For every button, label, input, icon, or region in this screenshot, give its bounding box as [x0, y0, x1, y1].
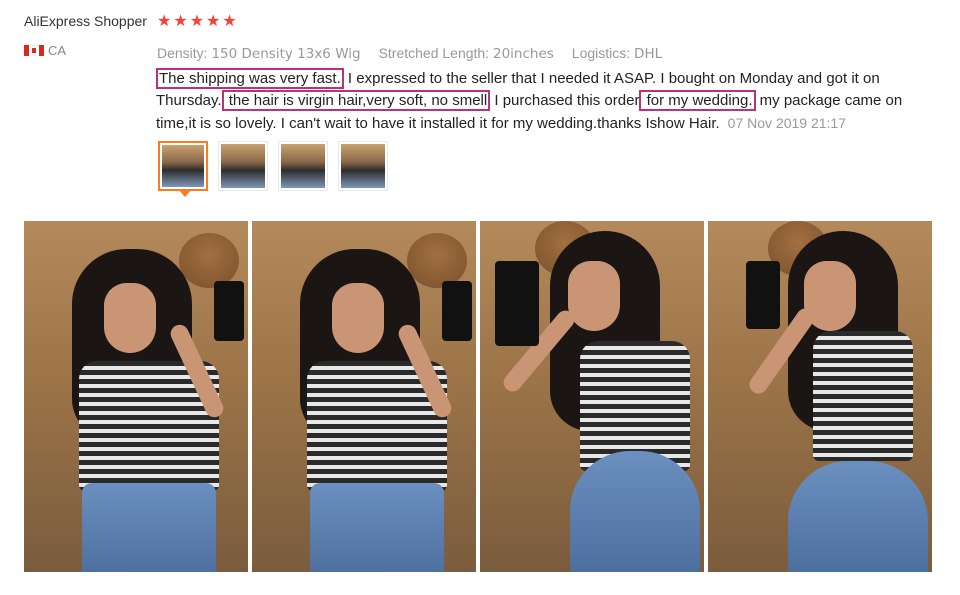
attr-density: Density: 150 Density 13x6 Wig: [157, 45, 361, 62]
thumbnail-3[interactable]: [278, 141, 328, 191]
star-icon: ★: [157, 13, 172, 30]
canada-flag-icon: [24, 45, 44, 56]
star-icon: ★: [173, 13, 188, 30]
review-photo-4[interactable]: [708, 221, 932, 572]
thumbnail-strip: [158, 141, 388, 197]
country-code: CA: [48, 43, 67, 58]
attr-logistics: Logistics: DHL: [571, 45, 663, 62]
review-text: The shipping was very fast. I expressed …: [156, 68, 946, 135]
reviewer-country: CA: [24, 43, 66, 58]
highlight-shipping: The shipping was very fast.: [156, 68, 344, 89]
star-icon: ★: [222, 13, 237, 30]
review-photo-2[interactable]: [252, 221, 476, 572]
star-icon: ★: [189, 13, 205, 30]
phone-icon: [495, 261, 539, 346]
thumbnail-4[interactable]: [338, 141, 388, 191]
review-photo-1[interactable]: [24, 221, 248, 572]
phone-icon: [442, 281, 472, 341]
phone-icon: [214, 281, 244, 341]
thumbnail-1[interactable]: [158, 141, 208, 197]
reviewer-name: AliExpress Shopper: [24, 13, 147, 29]
phone-icon: [746, 261, 780, 329]
star-icon: ★: [206, 13, 221, 30]
review-segment: I purchased this order: [490, 92, 640, 109]
active-caret-icon: [179, 190, 191, 197]
highlight-wedding: for my wedding.: [639, 90, 756, 111]
highlight-hair-quality: the hair is virgin hair,very soft, no sm…: [221, 90, 491, 111]
thumbnail-2[interactable]: [218, 141, 268, 191]
review-photo-gallery: [24, 221, 932, 572]
review-date: 07 Nov 2019 21:17: [727, 115, 846, 131]
star-rating: ★ ★ ★ ★ ★: [157, 14, 237, 30]
attr-stretched-length: Stretched Length: 20inches: [378, 45, 554, 62]
review-photo-3[interactable]: [480, 221, 704, 572]
product-attributes: Density: 150 Density 13x6 Wig Stretched …: [157, 45, 662, 62]
